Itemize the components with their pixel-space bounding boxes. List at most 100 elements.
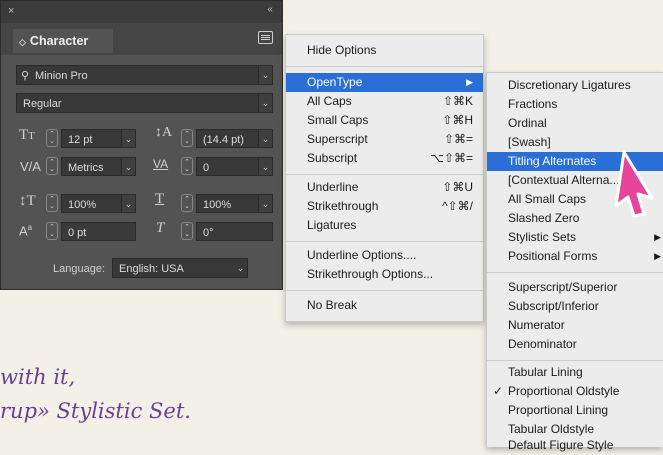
close-icon[interactable]: × bbox=[8, 5, 14, 17]
horizontal-scale-stepper[interactable]: ⌃ ⌄ bbox=[181, 194, 193, 212]
menu-separator bbox=[286, 241, 483, 242]
leading-stepper[interactable]: ⌃ ⌄ bbox=[181, 129, 193, 147]
font-family-value: Minion Pro bbox=[35, 70, 88, 82]
menu-item-label: Fractions bbox=[508, 97, 558, 111]
menu-item-shortcut: ⇧⌘U bbox=[442, 180, 473, 194]
kerning-stepper[interactable]: ⌃ ⌄ bbox=[46, 157, 58, 175]
chevron-down-icon[interactable]: ⌄ bbox=[121, 130, 135, 147]
menu-item-superscript[interactable]: Superscript ⇧⌘= bbox=[286, 130, 483, 149]
background-text-line-2: rup» Stylistic Set. bbox=[0, 399, 191, 423]
menu-item-label: [Swash] bbox=[508, 135, 551, 149]
opentype-submenu: Discretionary Ligatures Fractions Ordina… bbox=[486, 72, 663, 452]
tracking-value: 0 bbox=[203, 162, 210, 174]
tracking-stepper[interactable]: ⌃ ⌄ bbox=[181, 157, 193, 175]
skew-field[interactable]: 0° bbox=[196, 222, 273, 241]
menu-item-strikethrough[interactable]: Strikethrough ^⇧⌘/ bbox=[286, 197, 483, 216]
font-size-stepper[interactable]: ⌃ ⌄ bbox=[46, 129, 58, 147]
menu-item-label: Titling Alternates bbox=[508, 154, 597, 168]
baseline-shift-field[interactable]: 0 pt bbox=[61, 222, 136, 241]
vertical-scale-field[interactable]: 100% ⌄ bbox=[61, 194, 136, 213]
chevron-down-icon[interactable]: ⌄ bbox=[258, 130, 272, 147]
menu-item-label: Underline Options.... bbox=[307, 248, 417, 262]
menu-item-small-caps[interactable]: Small Caps ⇧⌘H bbox=[286, 111, 483, 130]
menu-item-no-break[interactable]: No Break bbox=[286, 296, 483, 315]
leading-field[interactable]: (14.4 pt) ⌄ bbox=[196, 129, 273, 148]
submenu-item-default-figure-style[interactable]: Default Figure Style bbox=[487, 436, 663, 455]
language-select[interactable]: English: USA ⌄ bbox=[112, 258, 248, 278]
chevron-down-icon[interactable]: ⌄ bbox=[234, 259, 247, 277]
menu-item-label: Ordinal bbox=[508, 116, 547, 130]
chevron-down-icon[interactable]: ⌄ bbox=[258, 66, 272, 84]
submenu-item-ordinal[interactable]: Ordinal bbox=[487, 114, 663, 133]
menu-item-label: All Small Caps bbox=[508, 192, 587, 206]
menu-separator bbox=[286, 290, 483, 291]
menu-item-underline[interactable]: Underline ⇧⌘U bbox=[286, 178, 483, 197]
menu-item-label: Strikethrough Options... bbox=[307, 267, 434, 281]
menu-item-all-caps[interactable]: All Caps ⇧⌘K bbox=[286, 92, 483, 111]
submenu-item-numerator[interactable]: Numerator bbox=[487, 316, 663, 335]
menu-item-label: Default Figure Style bbox=[508, 438, 614, 452]
submenu-item-discretionary-ligatures[interactable]: Discretionary Ligatures bbox=[487, 76, 663, 95]
menu-item-label: Small Caps bbox=[307, 113, 369, 127]
menu-item-label: Stylistic Sets bbox=[508, 230, 577, 244]
chevron-down-icon[interactable]: ⌄ bbox=[258, 94, 272, 112]
menu-separator bbox=[487, 272, 663, 273]
submenu-item-proportional-oldstyle[interactable]: ✓ Proportional Oldstyle bbox=[487, 382, 663, 401]
font-style-field[interactable]: Regular ⌄ bbox=[16, 93, 273, 113]
menu-item-hide-options[interactable]: Hide Options bbox=[286, 41, 483, 60]
menu-item-shortcut: ⇧⌘= bbox=[443, 132, 473, 146]
chevron-down-icon[interactable]: ⌄ bbox=[121, 158, 135, 175]
menu-item-label: Discretionary Ligatures bbox=[508, 78, 631, 92]
panel-menu-icon[interactable] bbox=[258, 31, 273, 44]
submenu-item-denominator[interactable]: Denominator bbox=[487, 335, 663, 354]
menu-item-label: All Caps bbox=[307, 94, 352, 108]
tracking-icon: VA bbox=[153, 157, 169, 171]
menu-item-label: Superscript/Superior bbox=[508, 280, 618, 294]
horizontal-scale-field[interactable]: 100% ⌄ bbox=[196, 194, 273, 213]
kerning-field[interactable]: Metrics ⌄ bbox=[61, 157, 136, 176]
baseline-shift-stepper[interactable]: ⌃ ⌄ bbox=[46, 222, 58, 240]
menu-item-label: Subscript/Inferior bbox=[508, 299, 599, 313]
menu-item-label: Superscript bbox=[307, 132, 368, 146]
character-panel: × ‹‹ ◇ Character ⚲ Minion Pro ⌄ Regular ⌄… bbox=[0, 0, 283, 290]
tracking-field[interactable]: 0 ⌄ bbox=[196, 157, 273, 176]
collapse-icon[interactable]: ‹‹ bbox=[267, 4, 273, 15]
chevron-down-icon[interactable]: ⌄ bbox=[258, 195, 272, 212]
language-value: English: USA bbox=[119, 263, 184, 275]
menu-item-subscript[interactable]: Subscript ⌥⇧⌘= bbox=[286, 149, 483, 168]
submenu-item-stylistic-sets[interactable]: Stylistic Sets ▶ bbox=[487, 228, 663, 247]
menu-item-label: Slashed Zero bbox=[508, 211, 580, 225]
menu-item-strikethrough-options[interactable]: Strikethrough Options... bbox=[286, 265, 483, 284]
submenu-arrow-icon: ▶ bbox=[654, 251, 661, 261]
chevron-down-icon[interactable]: ⌄ bbox=[121, 195, 135, 212]
menu-item-shortcut: ⇧⌘H bbox=[442, 113, 473, 127]
leading-value: (14.4 pt) bbox=[203, 134, 244, 146]
checkmark-icon: ✓ bbox=[493, 384, 504, 398]
skew-stepper[interactable]: ⌃ ⌄ bbox=[181, 222, 193, 240]
vertical-scale-icon: ↕T bbox=[19, 193, 36, 209]
vertical-scale-stepper[interactable]: ⌃ ⌄ bbox=[46, 194, 58, 212]
menu-item-label: Proportional Lining bbox=[508, 403, 609, 417]
vertical-scale-value: 100% bbox=[68, 199, 97, 211]
submenu-item-tabular-lining[interactable]: Tabular Lining bbox=[487, 363, 663, 382]
menu-separator bbox=[286, 174, 483, 175]
menu-item-underline-options[interactable]: Underline Options.... bbox=[286, 246, 483, 265]
font-size-field[interactable]: 12 pt ⌄ bbox=[61, 129, 136, 148]
baseline-shift-value: 0 pt bbox=[68, 227, 87, 239]
submenu-item-fractions[interactable]: Fractions bbox=[487, 95, 663, 114]
submenu-item-subscript-inferior[interactable]: Subscript/Inferior bbox=[487, 297, 663, 316]
menu-item-opentype[interactable]: OpenType ▶ bbox=[286, 73, 483, 92]
submenu-item-proportional-lining[interactable]: Proportional Lining bbox=[487, 401, 663, 420]
submenu-item-positional-forms[interactable]: Positional Forms ▶ bbox=[487, 247, 663, 266]
submenu-arrow-icon: ▶ bbox=[654, 232, 661, 242]
submenu-item-superscript-superior[interactable]: Superscript/Superior bbox=[487, 278, 663, 297]
font-style-value: Regular bbox=[23, 98, 62, 110]
font-family-field[interactable]: ⚲ Minion Pro ⌄ bbox=[16, 65, 273, 85]
kerning-icon: V/A bbox=[20, 159, 41, 174]
menu-item-ligatures[interactable]: Ligatures bbox=[286, 216, 483, 235]
menu-item-label: Numerator bbox=[508, 318, 565, 332]
chevron-down-icon[interactable]: ⌄ bbox=[258, 158, 272, 175]
tab-character[interactable]: ◇ Character bbox=[13, 29, 113, 53]
menu-item-label: Tabular Oldstyle bbox=[508, 422, 595, 436]
menu-item-label: Strikethrough bbox=[307, 199, 379, 213]
